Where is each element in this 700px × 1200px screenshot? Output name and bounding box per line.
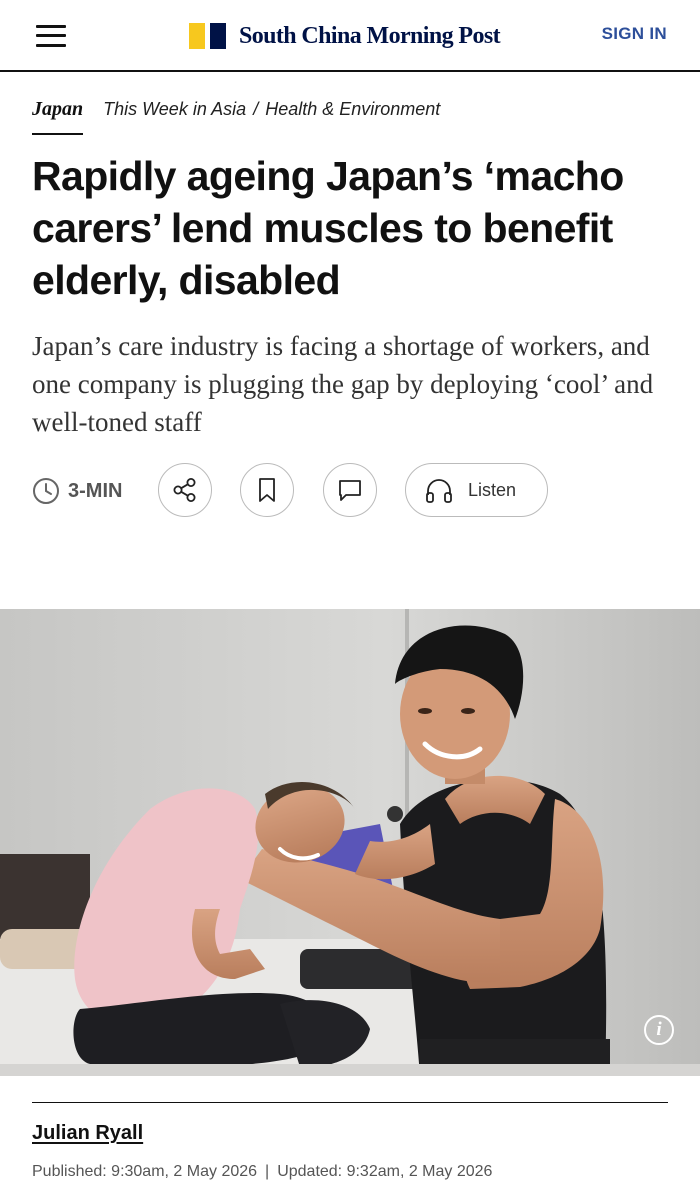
article-hero-photo[interactable]: i [0,609,700,1076]
breadcrumb-link-this-week-in-asia[interactable]: This Week in Asia [103,99,246,120]
published-time: Published: 9:30am, 2 May 2026 [32,1163,258,1180]
read-time: 3-MIN [32,477,122,505]
hamburger-menu-icon[interactable] [36,24,66,48]
bookmark-icon [259,478,275,502]
comment-button[interactable] [323,463,377,517]
author-name-link[interactable]: Julian Ryall [32,1122,143,1145]
photo-info-icon[interactable]: i [644,1015,674,1045]
byline-divider [32,1102,668,1103]
menu-line [36,25,66,28]
read-time-label: 3-MIN [68,479,123,502]
comment-icon [339,480,361,501]
section-tag-japan[interactable]: Japan [32,98,84,135]
top-navigation-bar: South China Morning Post SIGN IN [0,0,700,72]
logo-yellow-block [189,23,205,49]
publication-dates: Published: 9:30am, 2 May 2026 | Updated: 9… [32,1163,492,1181]
logo-mark-icon [189,23,227,49]
menu-line [36,44,66,47]
menu-line [36,34,66,37]
logo-text: South China Morning Post [239,22,501,49]
article-toolbar: 3-MIN Listen [32,463,672,521]
date-separator: | [265,1163,270,1180]
listen-label: Listen [468,479,517,500]
logo-navy-block [210,23,226,49]
article-subheadline: Japan’s care industry is facing a shorta… [32,331,654,437]
breadcrumb-separator: / [253,99,259,119]
clock-icon [33,478,59,504]
breadcrumb: Japan This Week in Asia / Health & Envir… [32,98,440,135]
share-button[interactable] [158,463,212,517]
headphones-icon [426,479,452,503]
updated-time: Updated: 9:32am, 2 May 2026 [277,1163,493,1180]
scmp-logo[interactable]: South China Morning Post [189,22,501,50]
listen-button[interactable]: Listen [405,463,548,517]
sign-in-button[interactable]: SIGN IN [602,24,667,44]
photo-illustration [0,609,700,1076]
breadcrumb-link-health-environment[interactable]: Health & Environment [265,99,440,120]
article-headline: Rapidly ageing Japan’s ‘macho carers’ le… [32,153,624,303]
share-icon [173,478,196,502]
bookmark-button[interactable] [240,463,294,517]
